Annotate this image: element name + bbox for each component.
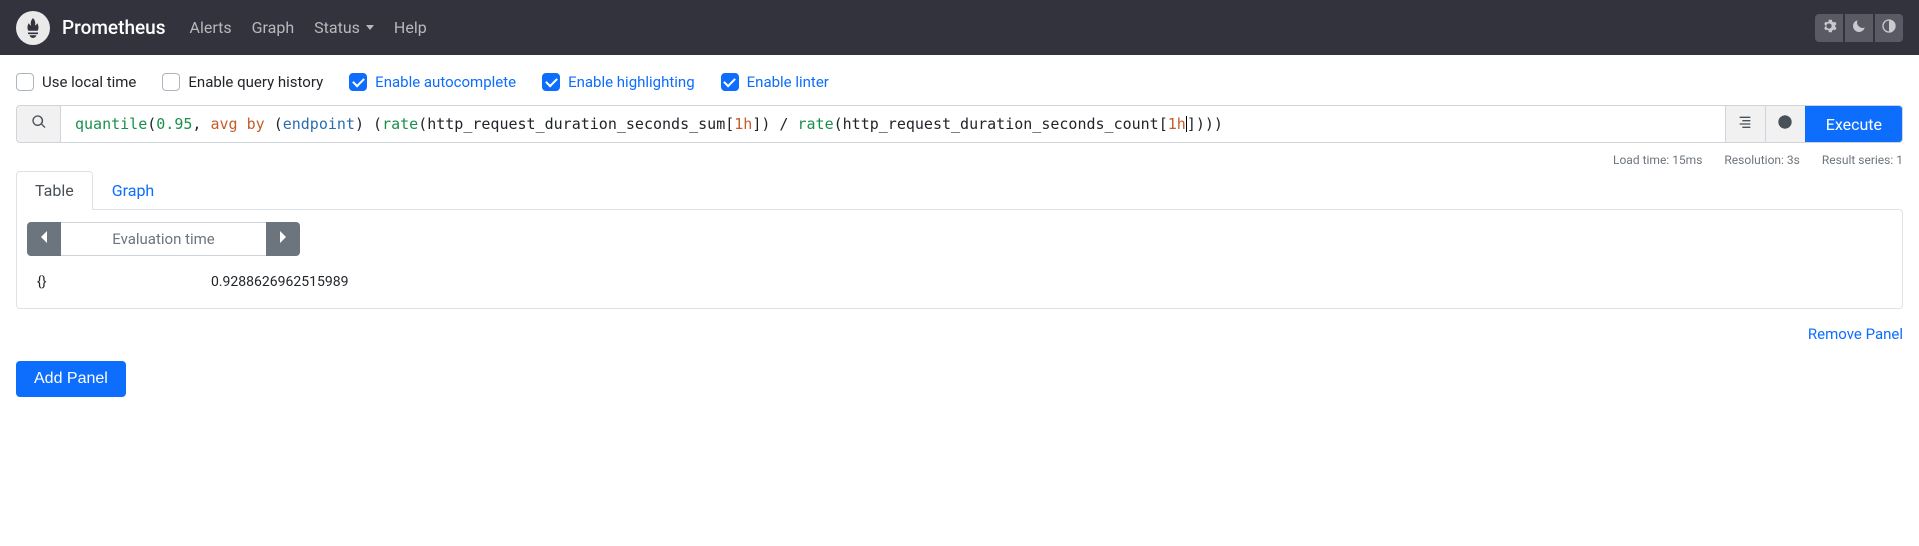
chevron-right-icon bbox=[278, 230, 288, 248]
result-series-value: 0.9288626962515989 bbox=[211, 274, 348, 290]
remove-panel-row: Remove Panel bbox=[0, 319, 1919, 361]
enable-autocomplete-option[interactable]: Enable autocomplete bbox=[349, 73, 516, 91]
option-label: Enable highlighting bbox=[568, 73, 695, 91]
enable-highlighting-option[interactable]: Enable highlighting bbox=[542, 73, 695, 91]
evaluation-time-input[interactable]: Evaluation time bbox=[61, 222, 266, 256]
nav-help[interactable]: Help bbox=[394, 18, 427, 37]
theme-toggle-group bbox=[1815, 14, 1903, 42]
add-panel-row: Add Panel bbox=[0, 361, 1919, 415]
search-icon bbox=[31, 114, 47, 134]
remove-panel-link[interactable]: Remove Panel bbox=[1808, 325, 1903, 343]
contrast-mode-button[interactable] bbox=[1875, 14, 1903, 42]
chevron-down-icon bbox=[366, 25, 374, 30]
use-local-time-option[interactable]: Use local time bbox=[16, 73, 136, 91]
enable-linter-option[interactable]: Enable linter bbox=[721, 73, 829, 91]
checkbox-icon bbox=[162, 73, 180, 91]
nav-alerts[interactable]: Alerts bbox=[190, 18, 232, 37]
expression-bar: quantile(0.95, avg by (endpoint) (rate(h… bbox=[16, 105, 1903, 143]
stat-load-time: Load time: 15ms bbox=[1613, 153, 1702, 167]
brand-text: Prometheus bbox=[62, 16, 166, 39]
option-label: Enable query history bbox=[188, 73, 323, 91]
result-series-labels: {} bbox=[31, 274, 211, 290]
checkbox-icon bbox=[16, 73, 34, 91]
query-options-row: Use local time Enable query history Enab… bbox=[0, 55, 1919, 105]
checkbox-icon bbox=[349, 73, 367, 91]
expression-input[interactable]: quantile(0.95, avg by (endpoint) (rate(h… bbox=[61, 106, 1725, 142]
evaluation-time-control: Evaluation time bbox=[27, 222, 1892, 256]
chevron-left-icon bbox=[39, 230, 49, 248]
prometheus-logo-icon bbox=[16, 11, 50, 45]
nav-graph[interactable]: Graph bbox=[252, 18, 295, 37]
table-row: {} 0.9288626962515989 bbox=[27, 268, 1892, 296]
dark-mode-button[interactable] bbox=[1845, 14, 1873, 42]
globe-icon bbox=[1777, 114, 1793, 134]
metrics-explorer-button[interactable] bbox=[17, 106, 61, 142]
eval-time-prev-button[interactable] bbox=[27, 222, 61, 256]
navbar: Prometheus Alerts Graph Status Help bbox=[0, 0, 1919, 55]
gear-icon bbox=[1821, 18, 1837, 38]
moon-icon bbox=[1851, 18, 1867, 38]
add-panel-button[interactable]: Add Panel bbox=[16, 361, 126, 397]
tab-graph[interactable]: Graph bbox=[93, 171, 174, 210]
enable-query-history-option[interactable]: Enable query history bbox=[162, 73, 323, 91]
result-panel: Table Graph Evaluation time {} 0.9288626… bbox=[16, 171, 1903, 309]
result-tabbar: Table Graph bbox=[16, 171, 1903, 209]
checkbox-icon bbox=[721, 73, 739, 91]
option-label: Enable linter bbox=[747, 73, 829, 91]
brand[interactable]: Prometheus bbox=[16, 11, 166, 45]
format-icon bbox=[1737, 114, 1753, 134]
option-label: Enable autocomplete bbox=[375, 73, 516, 91]
settings-button[interactable] bbox=[1815, 14, 1843, 42]
nav-status-label: Status bbox=[314, 18, 360, 37]
result-panel-body: Evaluation time {} 0.9288626962515989 bbox=[16, 209, 1903, 309]
query-stats: Load time: 15ms Resolution: 3s Result se… bbox=[0, 153, 1919, 171]
nav-links: Alerts Graph Status Help bbox=[190, 18, 1815, 37]
contrast-icon bbox=[1881, 18, 1897, 38]
stat-result-series: Result series: 1 bbox=[1822, 153, 1903, 167]
nav-status-dropdown[interactable]: Status bbox=[314, 18, 374, 37]
option-label: Use local time bbox=[42, 73, 136, 91]
format-expression-button[interactable] bbox=[1725, 106, 1765, 142]
eval-time-next-button[interactable] bbox=[266, 222, 300, 256]
tab-table[interactable]: Table bbox=[16, 171, 93, 210]
stat-resolution: Resolution: 3s bbox=[1724, 153, 1799, 167]
open-in-explorer-button[interactable] bbox=[1765, 106, 1805, 142]
checkbox-icon bbox=[542, 73, 560, 91]
execute-button[interactable]: Execute bbox=[1805, 106, 1902, 142]
